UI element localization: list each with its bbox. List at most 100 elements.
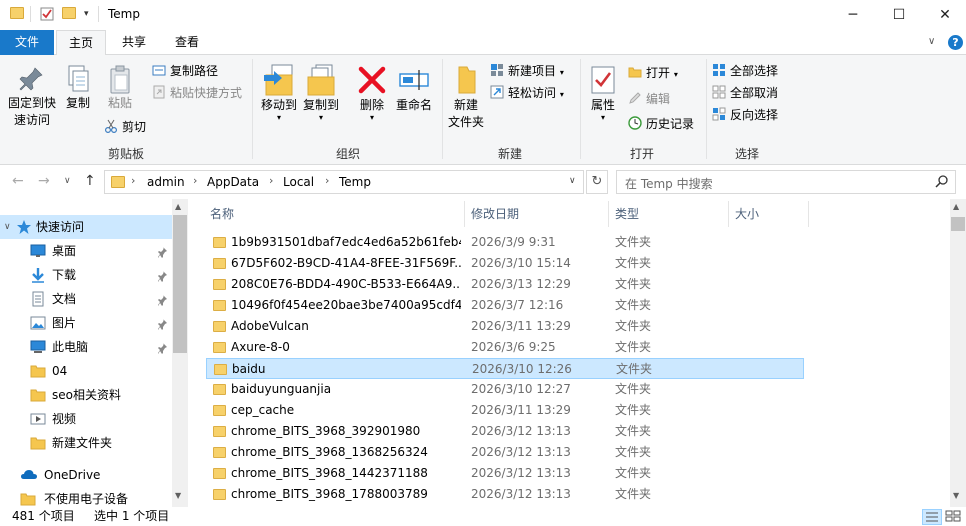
nav-item-10[interactable]: OneDrive <box>0 463 172 487</box>
item-count: 481 个项目 <box>12 509 75 523</box>
pin-to-quick-access-button[interactable]: 固定到快 速访问 <box>4 65 60 129</box>
table-row[interactable]: 10496f0f454ee20bae3be7400a95cdf4 2026/3/7… <box>206 295 804 316</box>
paste-button[interactable]: 粘贴 <box>98 65 142 112</box>
move-to-button[interactable]: 移动到 ▾ <box>258 63 300 122</box>
table-row[interactable]: 208C0E76-BDD4-490C-B533-E664A9... 2026/3/… <box>206 274 804 295</box>
nav-item-7[interactable]: seo相关资料 <box>0 383 172 407</box>
edit-pencil-icon <box>628 91 642 105</box>
paste-shortcut-button[interactable]: 粘贴快捷方式 <box>152 83 242 103</box>
file-name: 208C0E76-BDD4-490C-B533-E664A9... <box>231 277 461 291</box>
copy-to-icon <box>300 63 342 97</box>
column-header-size[interactable]: 大小 <box>735 199 759 229</box>
copy-to-button[interactable]: 复制到 ▾ <box>300 63 342 122</box>
folder-icon <box>213 342 226 353</box>
nav-item-8[interactable]: 视频 <box>0 407 172 431</box>
breadcrumb-admin[interactable]: admin <box>147 175 185 189</box>
address-dropdown-icon[interactable]: ∨ <box>569 176 576 186</box>
file-list: 名称 ^ 修改日期 类型 大小 1b9b931501dbaf7edc4ed6a5… <box>190 199 950 507</box>
minimize-button[interactable]: ─ <box>830 0 876 30</box>
file-type: 文件夹 <box>615 319 652 333</box>
table-row[interactable]: 1b9b931501dbaf7edc4ed6a52b61feb4 2026/3/9… <box>206 232 804 253</box>
computer-icon <box>30 339 48 355</box>
tab-view[interactable]: 查看 <box>162 30 212 55</box>
properties-button[interactable]: 属性 ▾ <box>584 63 622 122</box>
easy-access-button[interactable]: 轻松访问 ▾ <box>490 83 564 103</box>
help-icon[interactable]: ? <box>948 35 963 50</box>
file-type: 文件夹 <box>615 487 652 501</box>
table-row[interactable]: AdobeVulcan 2026/3/11 13:29 文件夹 <box>206 316 804 337</box>
new-item-button[interactable]: 新建项目 ▾ <box>490 61 564 81</box>
maximize-button[interactable]: ☐ <box>876 0 922 30</box>
column-header-type[interactable]: 类型 <box>615 199 639 229</box>
nav-item-1[interactable]: 桌面 <box>0 239 172 263</box>
nav-item-6[interactable]: 04 <box>0 359 172 383</box>
table-row[interactable]: baidu 2026/3/10 12:26 文件夹 <box>206 358 804 379</box>
details-view-icon[interactable] <box>922 509 942 525</box>
nav-item-9[interactable]: 新建文件夹 <box>0 431 172 455</box>
table-row[interactable]: chrome_BITS_3968_1442371188 2026/3/12 13:… <box>206 463 804 484</box>
nav-item-3[interactable]: 文档 <box>0 287 172 311</box>
table-row[interactable]: baiduyunguanjia 2026/3/10 12:27 文件夹 <box>206 379 804 400</box>
copy-button[interactable]: 复制 <box>62 65 94 112</box>
file-list-scroll-thumb[interactable] <box>951 217 965 231</box>
new-folder-button[interactable]: 新建 文件夹 <box>444 63 488 131</box>
copy-path-button[interactable]: 复制路径 <box>152 61 218 81</box>
delete-button[interactable]: 删除 ▾ <box>354 63 390 122</box>
recent-locations-icon[interactable]: ∨ <box>64 176 71 186</box>
expand-chevron-icon[interactable]: ∨ <box>4 215 11 239</box>
open-button[interactable]: 打开 ▾ <box>628 63 678 83</box>
breadcrumb-temp[interactable]: Temp <box>339 175 371 189</box>
column-header-name[interactable]: 名称 <box>210 199 234 229</box>
nav-item-0[interactable]: ∨ 快速访问 <box>0 215 172 239</box>
edit-label: 编辑 <box>646 92 671 106</box>
nav-item-4[interactable]: 图片 <box>0 311 172 335</box>
nav-scrollbar[interactable]: ▲ ▼ <box>172 199 188 507</box>
select-all-button[interactable]: 全部选择 <box>712 61 778 81</box>
properties-quick-icon[interactable] <box>40 7 54 21</box>
tab-file[interactable]: 文件 <box>0 30 54 55</box>
nav-scroll-thumb[interactable] <box>173 215 187 353</box>
up-arrow-icon[interactable]: ↑ <box>84 173 96 189</box>
move-to-icon <box>258 63 300 97</box>
nav-item-2[interactable]: 下载 <box>0 263 172 287</box>
table-row[interactable]: 67D5F602-B9CD-41A4-8FEE-31F569F... 2026/3… <box>206 253 804 274</box>
table-row[interactable]: cep_cache 2026/3/11 13:29 文件夹 <box>206 400 804 421</box>
invert-selection-button[interactable]: 反向选择 <box>712 105 778 125</box>
search-box[interactable]: 在 Temp 中搜索 <box>616 170 956 194</box>
breadcrumb-local[interactable]: Local <box>283 175 314 189</box>
window-title: Temp <box>108 7 140 21</box>
nav-item-label: 04 <box>52 364 68 378</box>
customize-quick-access-icon[interactable]: ▾ <box>84 9 98 23</box>
group-divider <box>706 59 707 159</box>
table-row[interactable]: chrome_BITS_3968_1788003789 2026/3/12 13:… <box>206 484 804 505</box>
collapse-ribbon-icon[interactable]: ∨ <box>928 36 935 47</box>
table-row[interactable]: Axure-8-0 2026/3/6 9:25 文件夹 <box>206 337 804 358</box>
select-none-button[interactable]: 全部取消 <box>712 83 778 103</box>
video-icon <box>30 411 48 427</box>
close-button[interactable]: ✕ <box>922 0 966 30</box>
breadcrumb-appdata[interactable]: AppData <box>207 175 259 189</box>
edit-button[interactable]: 编辑 <box>628 89 670 109</box>
pin-icon <box>4 65 60 95</box>
large-icons-view-icon[interactable] <box>944 509 962 525</box>
back-arrow-icon[interactable]: ← <box>12 173 24 189</box>
table-row[interactable]: chrome_BITS_3968_392901980 2026/3/12 13:1… <box>206 421 804 442</box>
refresh-icon[interactable]: ↻ <box>586 170 608 194</box>
new-folder-quick-icon[interactable] <box>62 7 76 21</box>
cut-button[interactable]: 剪切 <box>104 117 146 137</box>
address-bar[interactable]: › admin › AppData › Local › Temp ∨ <box>104 170 584 194</box>
folder-icon <box>213 258 226 269</box>
rename-button[interactable]: 重命名 <box>392 63 436 114</box>
folder-icon <box>213 468 226 479</box>
nav-item-5[interactable]: 此电脑 <box>0 335 172 359</box>
forward-arrow-icon[interactable]: → <box>38 173 50 189</box>
tab-home[interactable]: 主页 <box>56 30 106 56</box>
file-list-scrollbar[interactable]: ▲ ▼ <box>950 199 966 507</box>
search-icon[interactable] <box>935 174 949 191</box>
table-row[interactable]: chrome_BITS_3968_1368256324 2026/3/12 13:… <box>206 442 804 463</box>
history-button[interactable]: 历史记录 <box>628 114 694 134</box>
column-header-date[interactable]: 修改日期 <box>471 199 519 229</box>
file-name: chrome_BITS_3968_1788003789 <box>231 487 428 501</box>
nav-item-11[interactable]: 不使用电子设备 <box>0 487 172 507</box>
tab-share[interactable]: 共享 <box>110 30 158 55</box>
